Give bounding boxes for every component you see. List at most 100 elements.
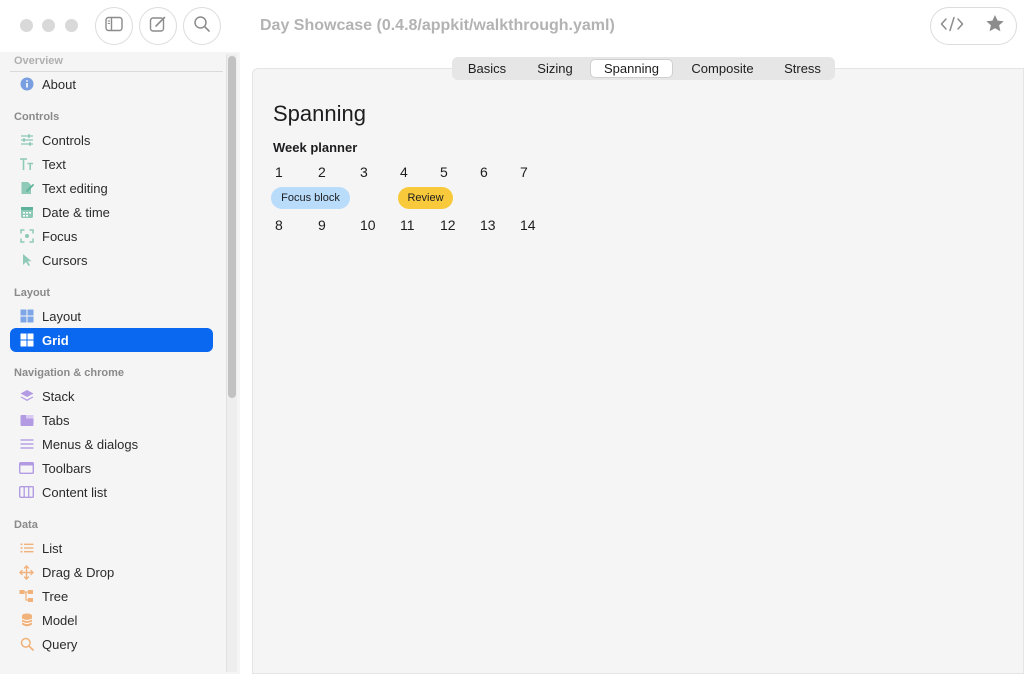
sidebar-section-data: Data [14,519,38,531]
title-bar: Day Showcase (0.4.8/appkit/walkthrough.y… [0,0,1024,52]
sidebar-item-label: Query [42,636,78,652]
sidebar-item-stack[interactable]: Stack [10,384,213,408]
day-cell: 7 [520,164,528,180]
day-cell: 14 [520,217,536,233]
list-icon [19,541,34,556]
event-review[interactable]: Review [398,187,453,209]
page-title: Spanning [273,101,366,126]
document-edit-icon [19,181,34,196]
tab-sizing[interactable]: Sizing [520,59,590,78]
sidebar-item-menus-dialogs[interactable]: Menus & dialogs [10,432,213,456]
move-icon [19,564,34,580]
calendar-icon [19,205,34,220]
day-cell: 1 [275,164,283,180]
search-icon [193,15,211,38]
sidebar-item-label: Text [42,156,66,172]
sidebar-section-overview: Overview [14,55,63,67]
sidebar-item-label: Cursors [42,252,88,268]
magnifier-icon [19,637,34,652]
view-source-button[interactable] [931,8,974,44]
sidebar-item-label: Stack [42,388,75,404]
sidebar-item-model[interactable]: Model [10,608,213,632]
info-icon [19,77,34,92]
day-cell: 10 [360,217,376,233]
sidebar-item-toolbars[interactable]: Toolbars [10,456,213,480]
sidebar-toggle-button[interactable] [95,7,133,45]
sidebar-item-about[interactable]: About [10,72,213,96]
tab-basics[interactable]: Basics [454,59,520,78]
tab-stress[interactable]: Stress [772,59,833,78]
code-icon [940,16,964,37]
section-title: Week planner [273,140,358,155]
day-cell: 6 [480,164,488,180]
day-cell: 13 [480,217,496,233]
sidebar-item-label: Menus & dialogs [42,436,139,452]
text-icon [19,157,34,172]
sidebar-item-label: Layout [42,308,82,324]
sidebar-item-cursors[interactable]: Cursors [10,248,213,272]
menu-icon [19,437,34,452]
sidebar-item-text-editing[interactable]: Text editing [10,176,213,200]
sidebar-section-navigation: Navigation & chrome [14,367,125,379]
search-button[interactable] [183,7,221,45]
sidebar-item-drag-drop[interactable]: Drag & Drop [10,560,213,584]
cursor-icon [19,253,34,268]
tabs-icon [19,413,34,428]
sidebar-item-tabs[interactable]: Tabs [10,408,213,432]
sidebar-toggle-icon [105,16,123,37]
sidebar-scrollbar-thumb[interactable] [228,56,236,398]
tab-composite[interactable]: Composite [673,59,772,78]
day-cell: 12 [440,217,456,233]
content-panel [252,68,1024,674]
sidebar-item-controls[interactable]: Controls [10,128,213,152]
sidebar-item-grid[interactable]: Grid [10,328,213,352]
database-icon [19,613,34,628]
sidebar-item-query[interactable]: Query [10,632,213,656]
day-cell: 2 [318,164,326,180]
minimize-window-button[interactable] [42,19,55,32]
sidebar-item-label: Date & time [42,204,110,220]
zoom-window-button[interactable] [65,19,78,32]
sidebar-item-label: List [42,540,63,556]
sidebar-item-text[interactable]: Text [10,152,213,176]
sidebar-item-label: Drag & Drop [42,564,115,580]
tab-spanning[interactable]: Spanning [590,59,673,78]
sidebar-item-label: Focus [42,228,78,244]
stack-icon [19,389,34,404]
segmented-tab-control: Basics Sizing Spanning Composite Stress [452,57,835,80]
sidebar-item-label: Model [42,612,78,628]
sidebar-item-label: Text editing [42,180,108,196]
event-focus-block[interactable]: Focus block [271,187,350,209]
sidebar-item-label: Tabs [42,412,70,428]
close-window-button[interactable] [20,19,33,32]
toolbar-right-group [930,7,1017,45]
compose-button[interactable] [139,7,177,45]
sidebar-item-label: About [42,76,76,92]
day-cell: 9 [318,217,326,233]
tree-icon [19,589,34,604]
sidebar-item-layout[interactable]: Layout [10,304,213,328]
favorite-button[interactable] [974,8,1017,44]
toolbar-icon [19,461,34,476]
day-cell: 3 [360,164,368,180]
sidebar-section-layout: Layout [14,287,51,299]
grid-icon [19,333,34,348]
day-cell: 4 [400,164,408,180]
compose-icon [149,15,167,38]
sidebar-item-tree[interactable]: Tree [10,584,213,608]
sidebar-item-label: Content list [42,484,108,500]
sidebar-item-label: Toolbars [42,460,92,476]
day-cell: 11 [400,217,415,233]
sliders-icon [19,133,34,148]
sidebar-section-controls: Controls [14,111,60,123]
sidebar-item-date-time[interactable]: Date & time [10,200,213,224]
layout-icon [19,309,34,324]
sidebar-item-list[interactable]: List [10,536,213,560]
sidebar-item-label: Controls [42,132,91,148]
sidebar-item-content-list[interactable]: Content list [10,480,213,504]
focus-icon [19,229,34,244]
columns-icon [19,485,34,500]
sidebar-item-label: Grid [42,332,69,348]
sidebar-item-focus[interactable]: Focus [10,224,213,248]
window-title: Day Showcase (0.4.8/appkit/walkthrough.y… [260,17,615,34]
